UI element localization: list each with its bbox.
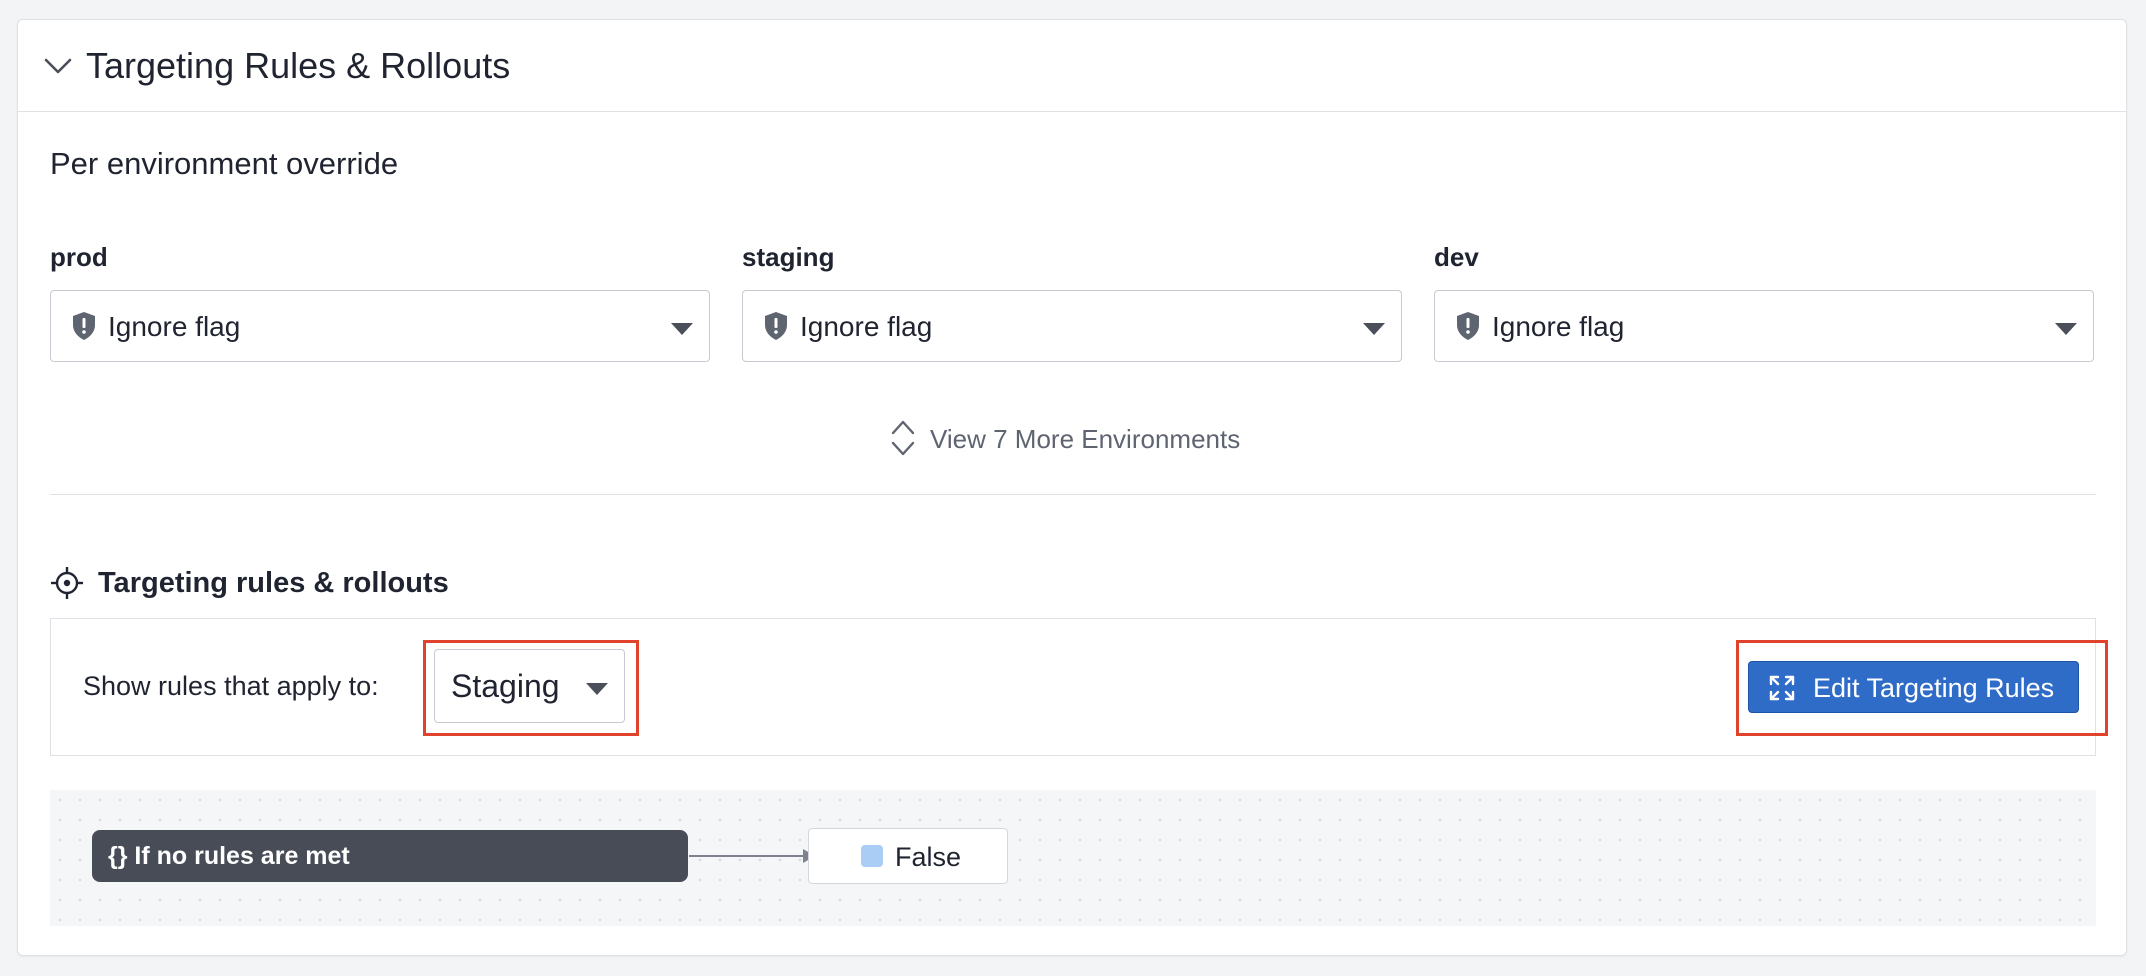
environment-filter-select[interactable]: Staging [434,649,625,723]
shield-alert-icon [1457,312,1479,340]
edit-targeting-rules-label: Edit Targeting Rules [1813,673,2055,703]
result-label: False [895,842,962,872]
flow-connector [689,855,807,857]
env-label-prod: prod [50,242,108,272]
env-select-dev[interactable]: Ignore flag [1434,290,2094,362]
variant-color-swatch [861,845,883,867]
override-section-title: Per environment override [50,146,399,181]
caret-down-icon [586,683,608,695]
view-more-label: View 7 More Environments [930,424,1241,454]
default-rule-label: {} If no rules are met [108,842,350,870]
caret-down-icon [2055,323,2077,335]
env-select-value: Ignore flag [1492,311,1625,342]
env-select-staging[interactable]: Ignore flag [742,290,1402,362]
env-select-value: Ignore flag [108,311,241,342]
result-node[interactable]: False [808,828,1008,884]
environment-filter-value: Staging [451,668,560,704]
rules-flow-canvas: {} If no rules are met False [50,790,2096,926]
caret-down-icon [1363,323,1385,335]
target-icon [51,567,83,599]
default-rule-node[interactable]: {} If no rules are met [92,830,688,882]
filter-label: Show rules that apply to: [83,671,379,701]
panel-header: Targeting Rules & Rollouts [18,20,2126,112]
targeting-panel: Targeting Rules & Rollouts Per environme… [17,19,2127,956]
rules-filter-bar: Show rules that apply to: Staging Edit T… [50,618,2108,756]
targeting-subtitle: Targeting rules & rollouts [98,567,449,599]
chevron-down-icon[interactable] [42,50,74,82]
shield-alert-icon [765,312,787,340]
expand-icon [1769,675,1795,701]
caret-down-icon [671,323,693,335]
env-label-staging: staging [742,242,835,272]
env-select-prod[interactable]: Ignore flag [50,290,710,362]
edit-targeting-rules-button[interactable]: Edit Targeting Rules [1748,661,2079,713]
section-divider [50,494,2096,495]
env-select-value: Ignore flag [800,311,933,342]
expand-vertical-icon [891,420,915,456]
panel-title: Targeting Rules & Rollouts [86,45,511,86]
env-label-dev: dev [1434,242,1479,272]
shield-alert-icon [73,312,95,340]
